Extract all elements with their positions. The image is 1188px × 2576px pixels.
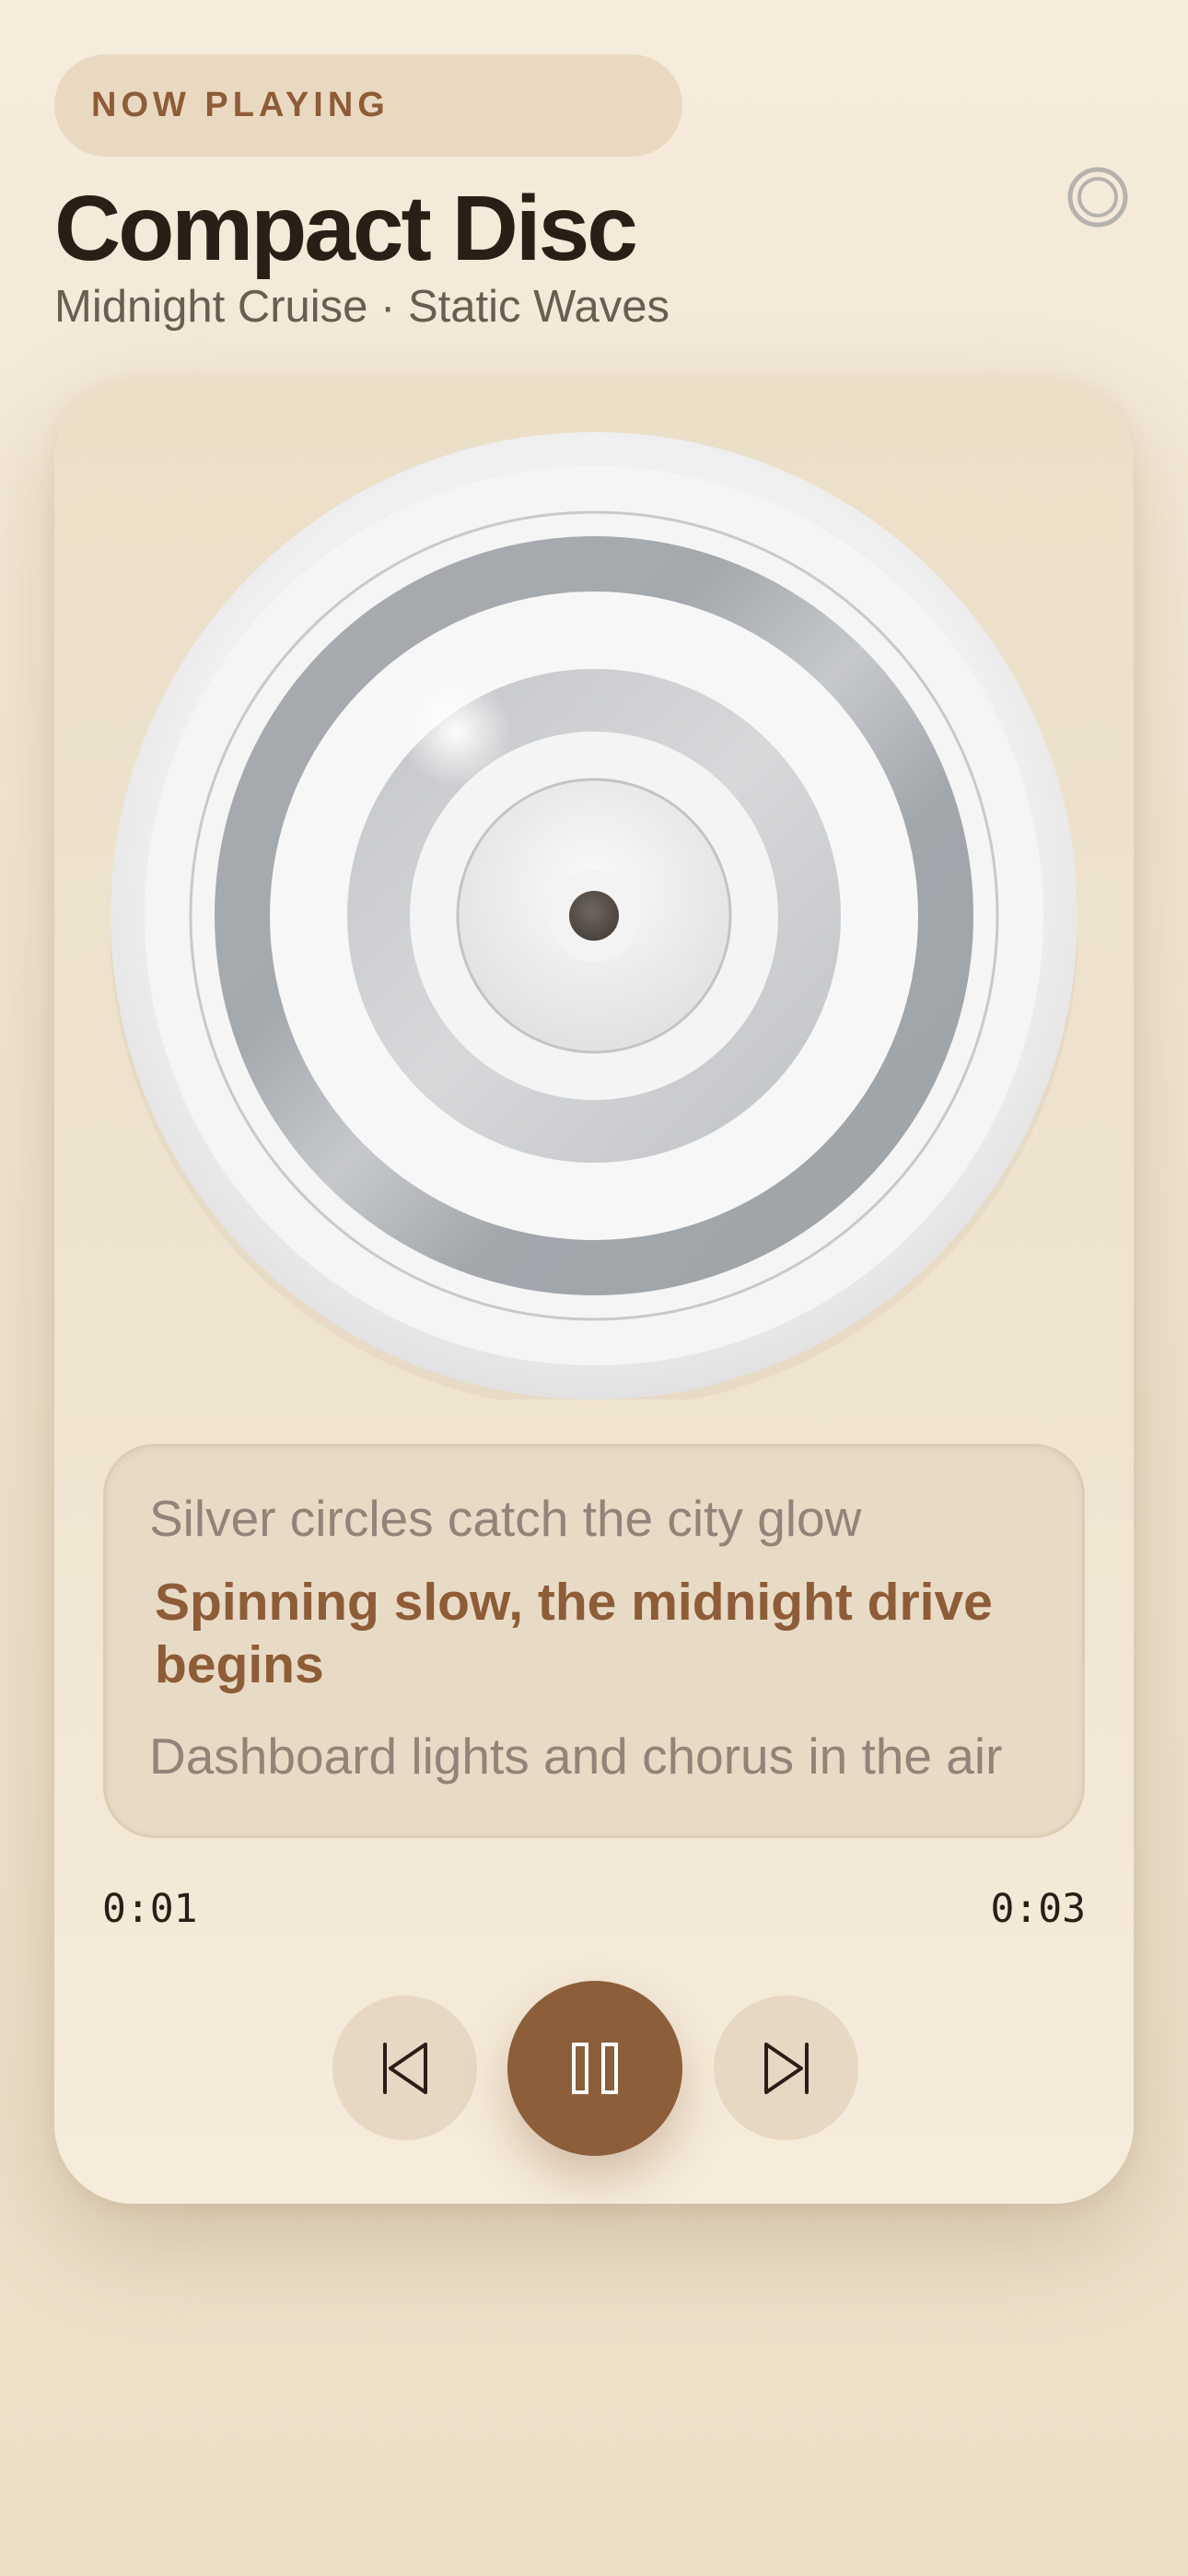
lyric-line-current: Spinning slow, the midnight drive begins (155, 1573, 993, 1694)
page-title: Compact Disc (54, 177, 638, 280)
pause-icon (572, 2043, 618, 2094)
next-track-button[interactable] (714, 1996, 858, 2140)
now-playing-label: NOW PLAYING (91, 86, 390, 124)
previous-track-button[interactable] (332, 1996, 477, 2140)
skip-previous-icon (382, 2042, 427, 2094)
skip-next-icon (763, 2042, 809, 2094)
now-playing-badge: NOW PLAYING (54, 54, 682, 157)
lyric-line-next: Dashboard lights and chorus in the air (149, 1727, 1003, 1785)
track-subtitle: Midnight Cruise · Static Waves (54, 282, 670, 332)
target-ring-icon[interactable] (1066, 166, 1129, 228)
lyric-line-previous: Silver circles catch the city glow (149, 1490, 862, 1547)
elapsed-time: 0:01 (102, 1886, 198, 1932)
total-time: 0:03 (990, 1886, 1086, 1932)
lyrics-panel: Silver circles catch the city glow Spinn… (103, 1444, 1085, 1838)
player-card: Silver circles catch the city glow Spinn… (54, 380, 1134, 2204)
compact-disc-artwork (111, 432, 1077, 1399)
play-pause-button[interactable] (507, 1981, 682, 2156)
